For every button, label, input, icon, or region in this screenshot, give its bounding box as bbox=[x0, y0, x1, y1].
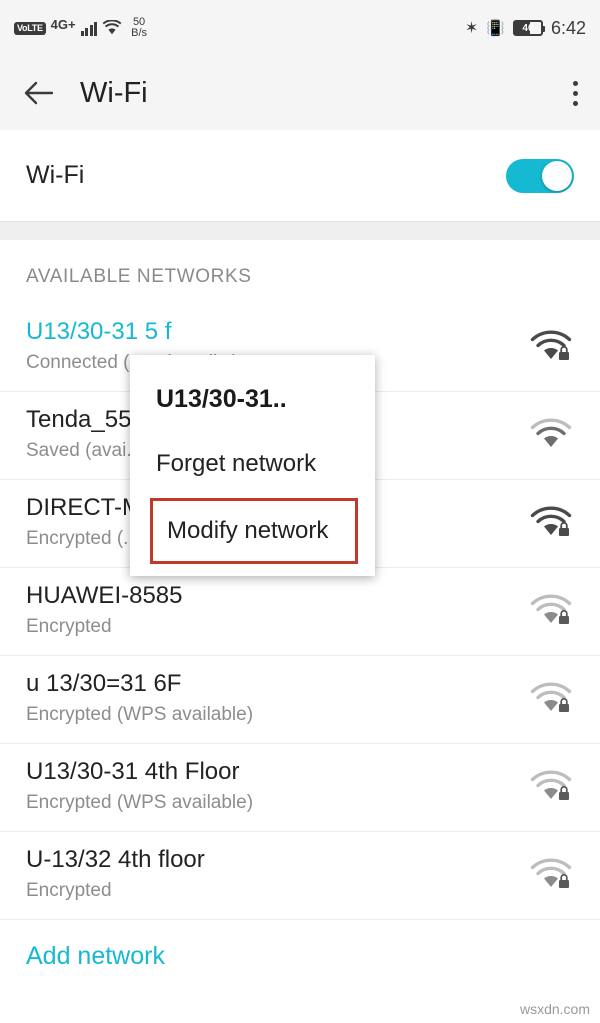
network-status: Encrypted (WPS available) bbox=[26, 791, 254, 813]
network-info: U-13/32 4th floor Encrypted bbox=[26, 846, 205, 902]
wifi-toggle-knob bbox=[542, 160, 572, 191]
vibrate-icon: 📳 bbox=[486, 20, 505, 37]
wifi-toggle-label: Wi-Fi bbox=[26, 161, 85, 189]
network-context-menu: U13/30-31.. Forget network Modify networ… bbox=[130, 355, 375, 576]
network-info: HUAWEI-8585 Encrypted bbox=[26, 582, 183, 638]
back-arrow-icon[interactable] bbox=[22, 76, 56, 110]
wifi-signal-locked-icon bbox=[528, 504, 574, 540]
wifi-toggle-switch[interactable] bbox=[506, 158, 574, 193]
page-title: Wi-Fi bbox=[80, 76, 148, 109]
watermark-label: wsxdn.com bbox=[519, 1001, 590, 1017]
network-name: U-13/32 4th floor bbox=[26, 845, 205, 873]
forget-network-menu-item[interactable]: Forget network bbox=[130, 436, 375, 492]
data-speed-indicator: 50 B/s bbox=[131, 17, 147, 39]
network-info: U13/30-31 4th Floor Encrypted (WPS avail… bbox=[26, 758, 253, 814]
wifi-signal-locked-icon bbox=[528, 328, 574, 364]
wifi-signal-locked-icon bbox=[528, 768, 574, 804]
context-menu-title: U13/30-31.. bbox=[156, 385, 287, 413]
battery-icon: 46 bbox=[512, 20, 545, 36]
network-name: HUAWEI-8585 bbox=[26, 581, 183, 609]
battery-percent-label: 46 bbox=[522, 22, 534, 34]
network-type-label: 4G+ bbox=[50, 16, 76, 32]
app-bar: Wi-Fi bbox=[0, 56, 600, 130]
add-network-button[interactable]: Add network bbox=[0, 920, 600, 981]
wifi-settings-screen: VoLTE 4G+ 50 B/s ✶ 📳 46 6:42 Wi-Fi Wi-Fi… bbox=[0, 0, 600, 1023]
network-name: u 13/30=31 6F bbox=[26, 669, 182, 697]
section-divider bbox=[0, 222, 600, 240]
list-item[interactable]: U13/30-31 4th Floor Encrypted (WPS avail… bbox=[0, 744, 600, 832]
wifi-toggle-row[interactable]: Wi-Fi bbox=[0, 130, 600, 222]
network-name: U13/30-31 5 f bbox=[26, 317, 172, 345]
wifi-signal-locked-icon bbox=[528, 856, 574, 892]
network-status: Encrypted bbox=[26, 879, 112, 901]
network-status: Encrypted (WPS available) bbox=[26, 703, 254, 725]
status-bar-left: VoLTE 4G+ 50 B/s bbox=[14, 17, 147, 39]
network-info: u 13/30=31 6F Encrypted (WPS available) bbox=[26, 670, 253, 726]
volte-badge: VoLTE bbox=[14, 21, 46, 35]
wifi-signal-locked-icon bbox=[528, 680, 574, 716]
wifi-icon bbox=[102, 19, 122, 36]
data-speed-unit: B/s bbox=[131, 27, 148, 39]
status-bar-right: ✶ 📳 46 6:42 bbox=[465, 18, 586, 39]
clock-label: 6:42 bbox=[550, 17, 586, 38]
modify-network-menu-item[interactable]: Modify network bbox=[150, 498, 358, 564]
network-name: U13/30-31 4th Floor bbox=[26, 757, 240, 785]
overflow-menu-icon[interactable] bbox=[573, 80, 578, 106]
wifi-signal-icon bbox=[528, 416, 574, 452]
network-status: Encrypted bbox=[26, 615, 112, 637]
list-item[interactable]: HUAWEI-8585 Encrypted bbox=[0, 568, 600, 656]
list-item[interactable]: U-13/32 4th floor Encrypted bbox=[0, 832, 600, 920]
status-bar: VoLTE 4G+ 50 B/s ✶ 📳 46 6:42 bbox=[0, 0, 600, 56]
signal-bars-icon bbox=[80, 20, 98, 36]
list-item[interactable]: u 13/30=31 6F Encrypted (WPS available) bbox=[0, 656, 600, 744]
bluetooth-icon: ✶ bbox=[464, 20, 479, 37]
wifi-signal-locked-icon bbox=[528, 592, 574, 628]
available-networks-header: AVAILABLE NETWORKS bbox=[26, 266, 252, 287]
